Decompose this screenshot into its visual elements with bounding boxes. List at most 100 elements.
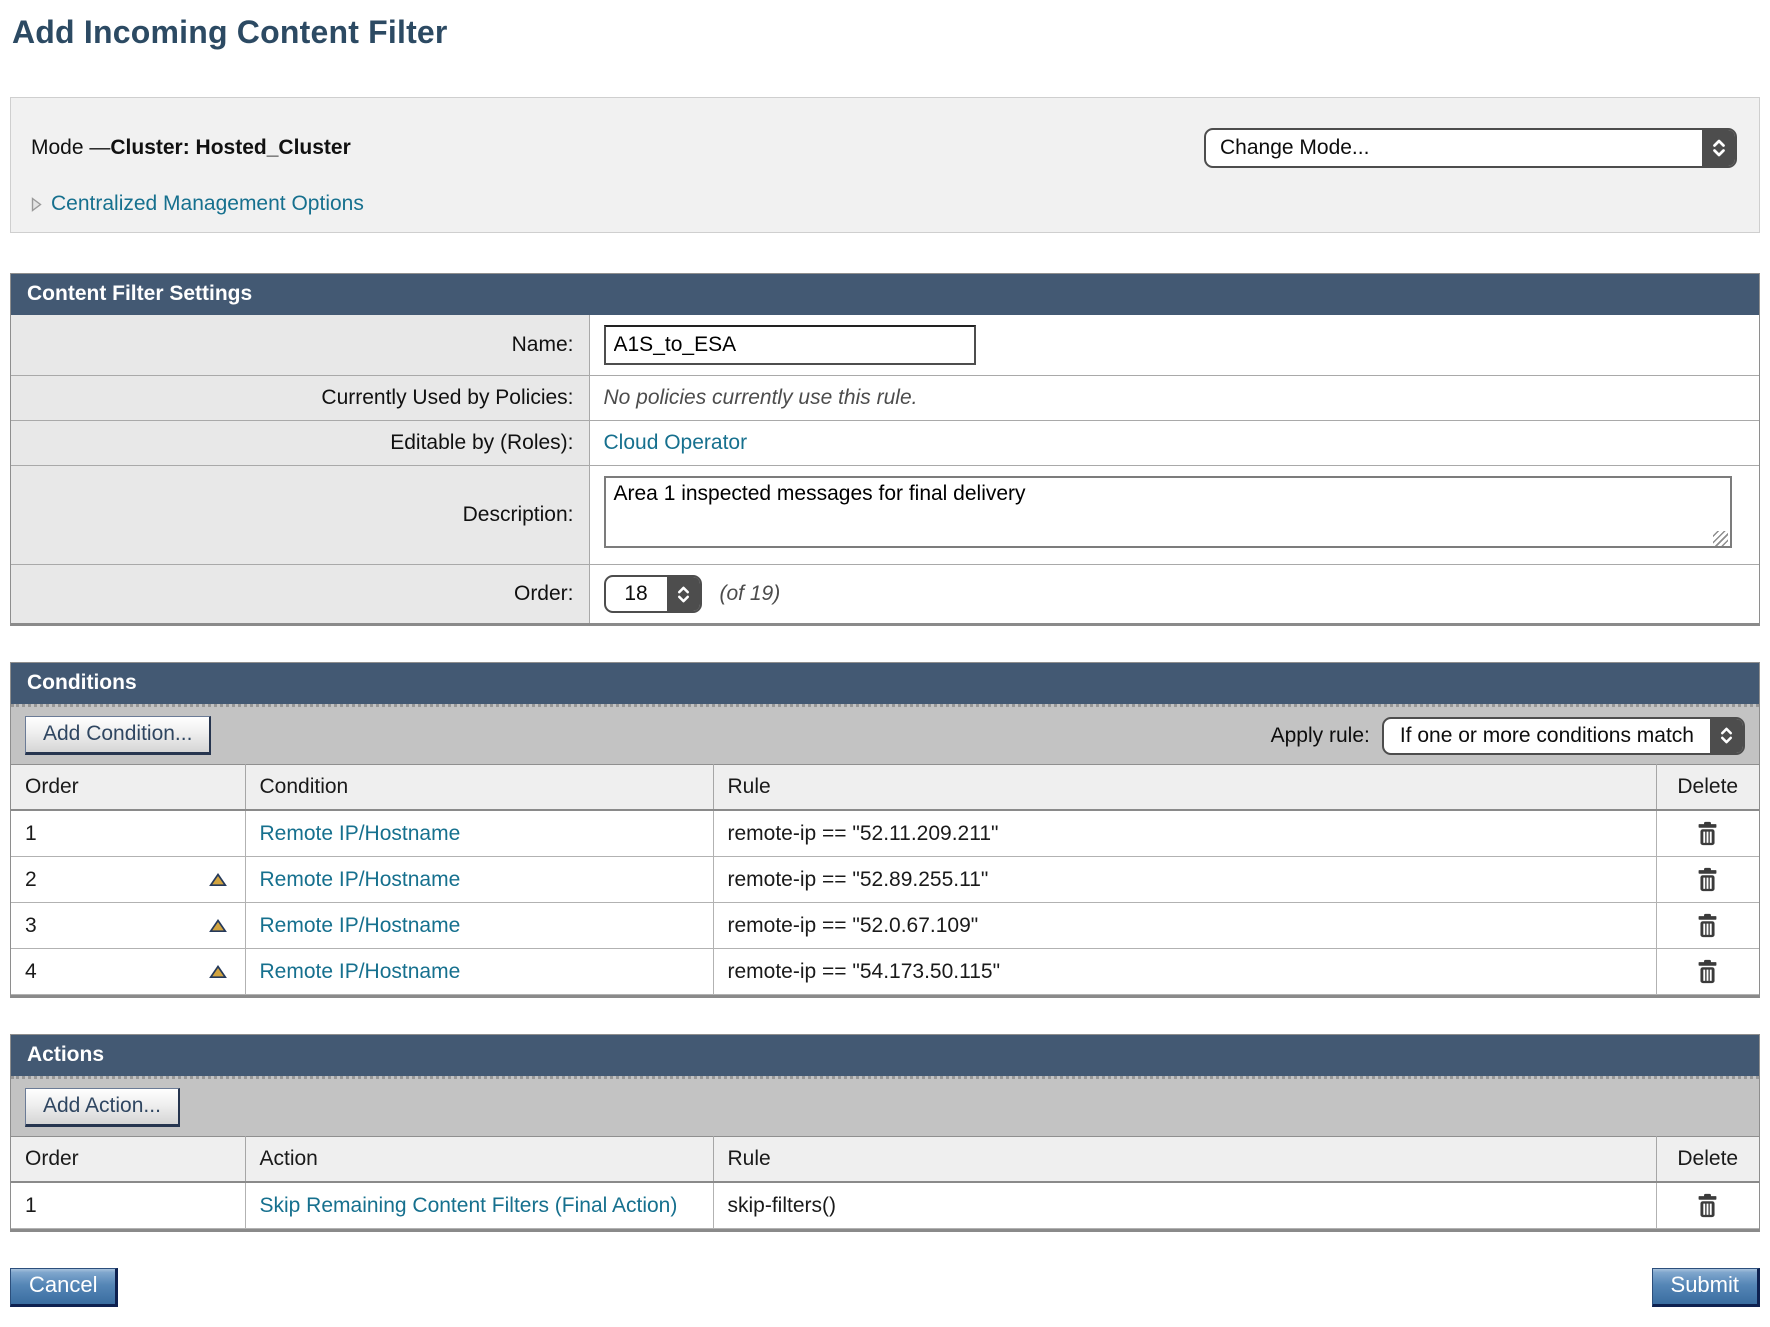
condition-delete-cell — [1656, 903, 1759, 949]
trash-icon[interactable] — [1696, 913, 1719, 938]
conditions-toolbar: Add Condition... Apply rule: If one or m… — [11, 704, 1759, 764]
change-mode-select-value: Change Mode... — [1206, 130, 1702, 166]
apply-rule-select[interactable]: If one or more conditions match — [1382, 717, 1745, 755]
change-mode-select[interactable]: Change Mode... — [1204, 128, 1737, 168]
condition-row: 1 Remote IP/Hostname remote-ip == "52.11.2… — [11, 810, 1759, 857]
roles-link[interactable]: Cloud Operator — [604, 431, 748, 454]
settings-panel-header: Content Filter Settings — [11, 274, 1759, 315]
actions-col-delete: Delete — [1656, 1137, 1759, 1183]
trash-icon[interactable] — [1696, 867, 1719, 892]
add-condition-button[interactable]: Add Condition... — [25, 716, 211, 755]
actions-table-header-row: Order Action Rule Delete — [11, 1137, 1759, 1183]
actions-panel: Actions Add Action... Order Action Rule … — [10, 1034, 1760, 1232]
mode-value: Cluster: Hosted_Cluster — [110, 136, 350, 159]
action-order-cell: 1 — [11, 1182, 245, 1229]
action-order: 1 — [25, 1194, 37, 1217]
roles-label: Editable by (Roles): — [11, 421, 589, 466]
roles-row: Editable by (Roles): Cloud Operator — [11, 421, 1759, 466]
management-options-row: Centralized Management Options — [31, 192, 1737, 216]
apply-rule-group: Apply rule: If one or more conditions ma… — [1271, 717, 1745, 755]
action-cell: Skip Remaining Content Filters (Final Ac… — [245, 1182, 713, 1229]
action-link[interactable]: Skip Remaining Content Filters (Final Ac… — [260, 1194, 678, 1217]
mode-row: Mode —Cluster: Hosted_Cluster Change Mod… — [31, 128, 1737, 168]
page-title: Add Incoming Content Filter — [12, 14, 1760, 51]
cancel-button[interactable]: Cancel — [10, 1268, 118, 1307]
order-total: (of 19) — [720, 582, 781, 606]
select-arrows-icon — [1702, 130, 1735, 166]
conditions-col-order: Order — [11, 765, 245, 811]
condition-order-cell: 4 — [11, 949, 245, 995]
condition-link[interactable]: Remote IP/Hostname — [260, 960, 461, 983]
condition-rule-cell: remote-ip == "54.173.50.115" — [713, 949, 1656, 995]
condition-order-cell: 2 — [11, 857, 245, 903]
description-row: Description: Area 1 inspected messages f… — [11, 466, 1759, 565]
move-up-icon[interactable] — [205, 873, 231, 887]
condition-order: 3 — [25, 914, 37, 938]
mode-label: Mode — — [31, 136, 110, 159]
submit-button[interactable]: Submit — [1652, 1268, 1760, 1307]
condition-rule: remote-ip == "52.89.255.11" — [728, 868, 989, 891]
conditions-panel: Conditions Add Condition... Apply rule: … — [10, 662, 1760, 998]
order-select-value: 18 — [606, 577, 667, 611]
move-up-icon[interactable] — [205, 965, 231, 979]
condition-order: 2 — [25, 868, 37, 892]
name-row: Name: — [11, 315, 1759, 376]
name-input[interactable] — [604, 325, 976, 365]
condition-order-cell: 1 — [11, 810, 245, 857]
policies-value: No policies currently use this rule. — [604, 386, 918, 409]
actions-col-rule: Rule — [713, 1137, 1656, 1183]
condition-link[interactable]: Remote IP/Hostname — [260, 868, 461, 891]
condition-rule: remote-ip == "52.0.67.109" — [728, 914, 979, 937]
description-textarea[interactable]: Area 1 inspected messages for final deli… — [604, 476, 1732, 548]
condition-cell: Remote IP/Hostname — [245, 810, 713, 857]
condition-row: 4 Remote IP/Hostname remote-ip == "54.173.… — [11, 949, 1759, 995]
name-value-cell — [589, 315, 1759, 376]
condition-delete-cell — [1656, 949, 1759, 995]
condition-rule-cell: remote-ip == "52.89.255.11" — [713, 857, 1656, 903]
management-options-link[interactable]: Centralized Management Options — [51, 192, 364, 216]
condition-link[interactable]: Remote IP/Hostname — [260, 914, 461, 937]
condition-rule: remote-ip == "52.11.209.211" — [728, 822, 999, 845]
order-value-cell: 18 (of 19) — [589, 565, 1759, 624]
condition-order-cell: 3 — [11, 903, 245, 949]
actions-table: Order Action Rule Delete 1 Skip Remaining… — [11, 1136, 1759, 1229]
order-row: Order: 18 (of 19) — [11, 565, 1759, 624]
condition-order: 1 — [25, 822, 37, 846]
conditions-col-delete: Delete — [1656, 765, 1759, 811]
condition-delete-cell — [1656, 810, 1759, 857]
actions-panel-header: Actions — [11, 1035, 1759, 1076]
condition-delete-cell — [1656, 857, 1759, 903]
conditions-col-condition: Condition — [245, 765, 713, 811]
move-up-icon[interactable] — [205, 919, 231, 933]
trash-icon[interactable] — [1696, 959, 1719, 984]
trash-icon[interactable] — [1696, 821, 1719, 846]
action-row: 1 Skip Remaining Content Filters (Final A… — [11, 1182, 1759, 1229]
select-arrows-icon — [667, 577, 700, 611]
condition-link[interactable]: Remote IP/Hostname — [260, 822, 461, 845]
policies-value-cell: No policies currently use this rule. — [589, 376, 1759, 421]
add-action-button[interactable]: Add Action... — [25, 1088, 180, 1127]
condition-row: 2 Remote IP/Hostname remote-ip == "52.89.2… — [11, 857, 1759, 903]
settings-table: Name: Currently Used by Policies: No pol… — [11, 315, 1759, 623]
condition-row: 3 Remote IP/Hostname remote-ip == "52.0.67… — [11, 903, 1759, 949]
condition-cell: Remote IP/Hostname — [245, 949, 713, 995]
policies-row: Currently Used by Policies: No policies … — [11, 376, 1759, 421]
conditions-table-header-row: Order Condition Rule Delete — [11, 765, 1759, 811]
action-rule: skip-filters() — [728, 1194, 837, 1217]
policies-label: Currently Used by Policies: — [11, 376, 589, 421]
name-label: Name: — [11, 315, 589, 376]
actions-toolbar: Add Action... — [11, 1076, 1759, 1136]
apply-rule-select-value: If one or more conditions match — [1384, 719, 1710, 753]
description-label: Description: — [11, 466, 589, 565]
footer-bar: Cancel Submit — [10, 1268, 1760, 1307]
order-select[interactable]: 18 — [604, 575, 702, 613]
disclosure-triangle-icon[interactable] — [31, 197, 42, 212]
conditions-panel-header: Conditions — [11, 663, 1759, 704]
conditions-col-rule: Rule — [713, 765, 1656, 811]
description-value-cell: Area 1 inspected messages for final deli… — [589, 466, 1759, 565]
trash-icon[interactable] — [1696, 1193, 1719, 1218]
conditions-table-body: 1 Remote IP/Hostname remote-ip == "52.11.2… — [11, 810, 1759, 995]
actions-col-order: Order — [11, 1137, 245, 1183]
content-filter-settings-panel: Content Filter Settings Name: Currently … — [10, 273, 1760, 626]
mode-box: Mode —Cluster: Hosted_Cluster Change Mod… — [10, 97, 1760, 233]
